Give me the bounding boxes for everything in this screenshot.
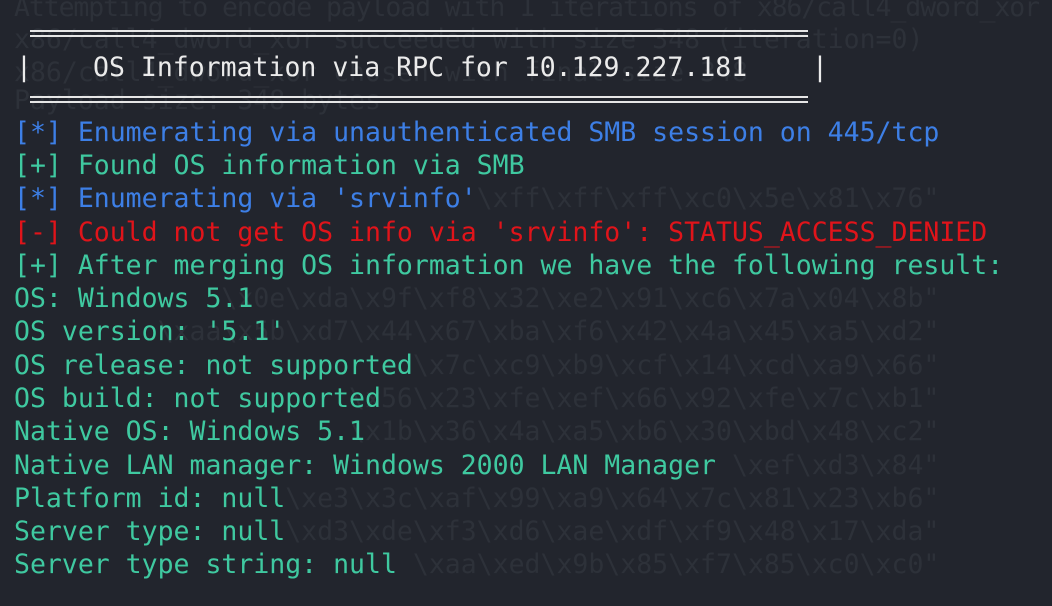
status-message-error: [-] Could not get OS info via 'srvinfo':… [14, 217, 988, 248]
status-message-info: [*] Enumerating via 'srvinfo' [14, 183, 477, 214]
result-os-build: OS build: not supported [14, 383, 381, 414]
result-os-version: OS version: '5.1' [14, 316, 286, 347]
result-server-type-string: Server type string: null [14, 549, 397, 580]
status-message-success: [+] After merging OS information we have… [14, 250, 1004, 281]
banner-left-border: | [16, 52, 32, 83]
result-platform-id: Platform id: null [14, 483, 286, 514]
result-os-release: OS release: not supported [14, 350, 413, 381]
banner-right-border: | [812, 52, 828, 83]
banner-bottom-border [30, 96, 808, 103]
result-native-os: Native OS: Windows 5.1 [14, 416, 365, 447]
result-os: OS: Windows 5.1 [14, 283, 254, 314]
status-message-success: [+] Found OS information via SMB [14, 150, 525, 181]
banner-title: OS Information via RPC for 10.129.227.18… [93, 52, 748, 83]
result-native-lan-manager: Native LAN manager: Windows 2000 LAN Man… [14, 450, 716, 481]
status-message-info: [*] Enumerating via unauthenticated SMB … [14, 117, 940, 148]
result-server-type: Server type: null [14, 516, 286, 547]
background-output-line: Attempting to encode payload with 1 iter… [14, 0, 1040, 23]
banner-top-border [30, 30, 808, 37]
